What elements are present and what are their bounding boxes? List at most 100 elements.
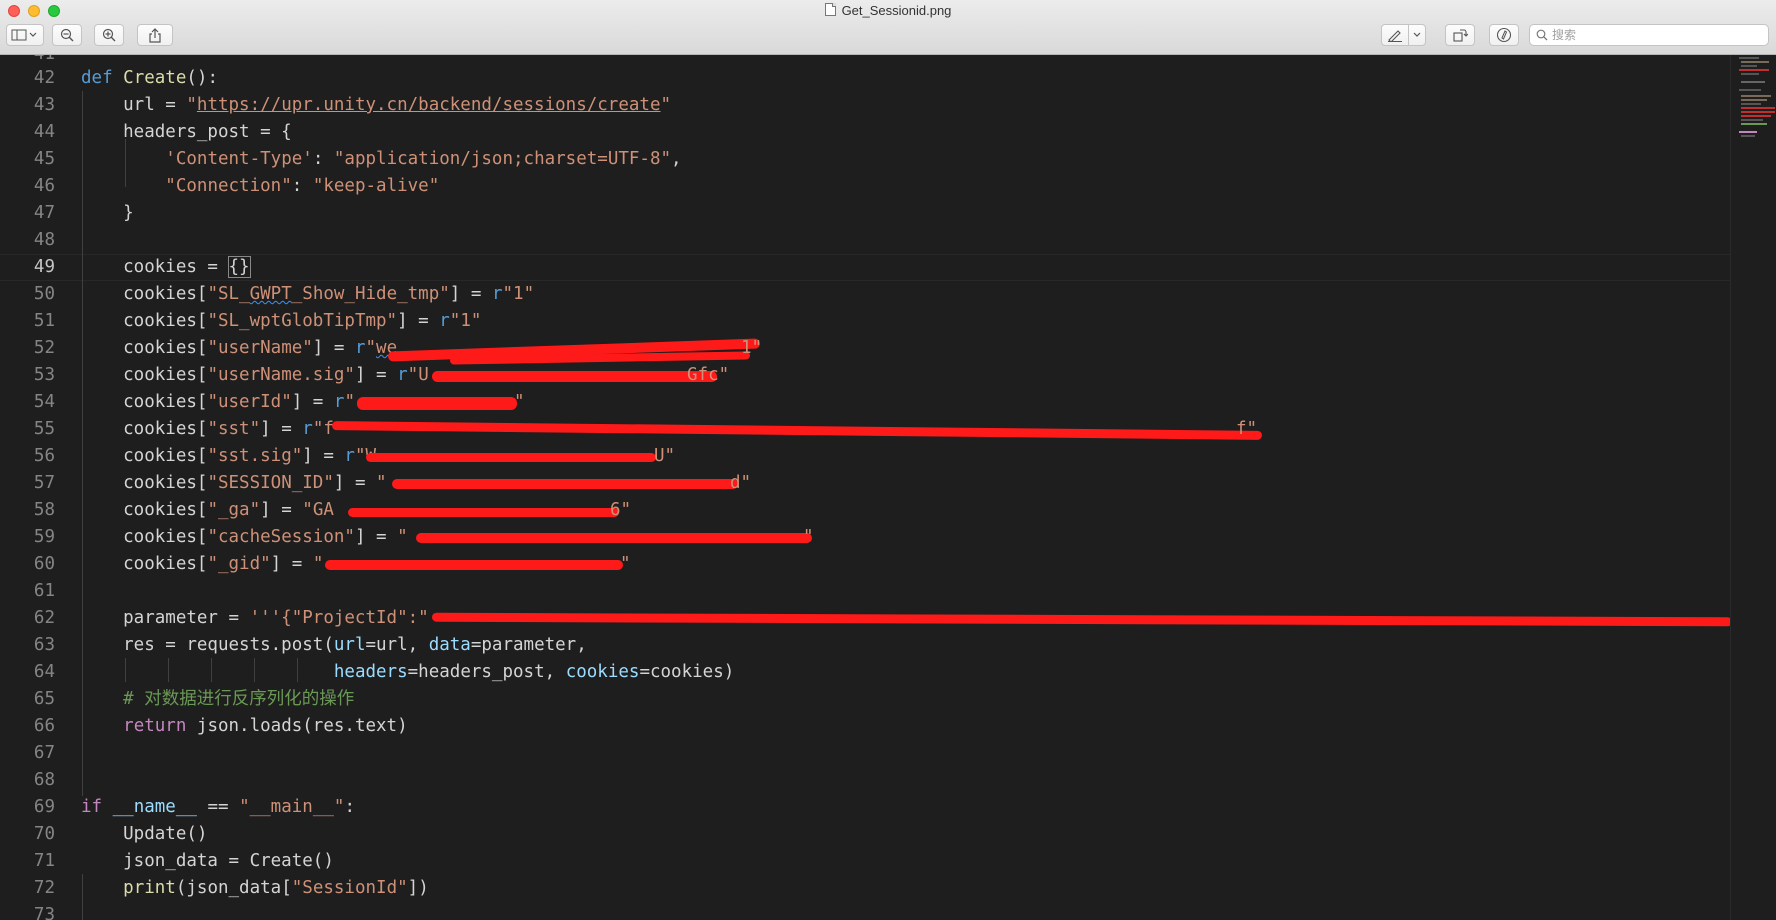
markup-pen-icon [1388,30,1402,42]
code-line: 64 headers=headers_post, cookies=cookies… [0,659,1730,686]
line-number: 50 [33,284,55,304]
redaction-mark [325,560,623,570]
code-line: 50 cookies["SL_GWPT_Show_Hide_tmp"] = r"… [0,281,1730,308]
rotate-button[interactable] [1445,24,1475,46]
line-number: 72 [33,878,55,898]
code-line: 53 cookies["userName.sig"] = r"U [0,362,1730,389]
code-line: 49 cookies = {} [0,254,1730,281]
code-line: 54 cookies["userId"] = r" [0,389,1730,416]
sidebar-icon [11,29,37,41]
code-text: " [514,392,525,412]
window-title-text: Get_Sessionid.png [841,3,952,18]
line-number: 63 [33,635,55,655]
line-number: 73 [33,905,55,920]
code-text: parameter = '''{"ProjectId":" [81,608,429,628]
code-line: 52 cookies["userName"] = r"we [0,335,1730,362]
code-line: 73 [0,902,1730,920]
code-line: 58 cookies["_ga"] = "GA [0,497,1730,524]
code-text: cookies["SL_GWPT_Show_Hide_tmp"] = r"1" [81,284,535,304]
minimap[interactable] [1730,55,1776,920]
code-line: 59 cookies["cacheSession"] = " [0,524,1730,551]
search-field[interactable] [1529,24,1769,46]
code-text: url = "https://upr.unity.cn/backend/sess… [81,95,672,115]
code-line: 42 def Create(): [0,65,1730,92]
code-text: headers=headers_post, cookies=cookies) [333,662,735,682]
code-line: 43 url = "https://upr.unity.cn/backend/s… [0,92,1730,119]
code-line: 68 [0,767,1730,794]
code-line: 69 if __name__ == "__main__": [0,794,1730,821]
code-text: cookies["sst"] = r"f [81,419,334,439]
line-number: 48 [33,230,55,250]
code-text: cookies["userName.sig"] = r"U [81,365,429,385]
line-number: 55 [33,419,55,439]
sidebar-toggle-button[interactable] [6,24,44,46]
redaction-mark [392,479,738,489]
code-line: 57 cookies["SESSION_ID"] = " [0,470,1730,497]
line-number: 54 [33,392,55,412]
zoom-out-button[interactable] [52,24,82,46]
code-text: cookies["_gid"] = " [81,554,324,574]
code-text: cookies = {} [81,256,251,278]
annotate-button[interactable] [1489,24,1519,46]
code-text: 'Content-Type': "application/json;charse… [165,149,682,169]
line-number: 53 [33,365,55,385]
zoom-in-icon [102,28,116,42]
line-number: 44 [33,122,55,142]
line-number: 71 [33,851,55,871]
code-text: " [620,554,631,574]
redaction-mark [357,397,517,410]
chevron-down-icon [1413,32,1421,37]
code-text: "Connection": "keep-alive" [165,176,440,196]
window-titlebar: Get_Sessionid.png [0,0,1776,55]
share-button[interactable] [137,24,173,46]
markup-button[interactable] [1381,24,1409,46]
redaction-mark [416,533,812,543]
line-number: 65 [33,689,55,709]
code-text: cookies["SESSION_ID"] = " [81,473,387,493]
line-number: 46 [33,176,55,196]
code-line: 60 cookies["_gid"] = " [0,551,1730,578]
line-number: 59 [33,527,55,547]
annotate-icon [1496,27,1512,43]
window-title: Get_Sessionid.png [0,3,1776,18]
code-editor: 41 42def Create(): 43 url = "https://upr… [0,55,1730,920]
zoom-out-icon [60,28,74,42]
code-line: 56 cookies["sst.sig"] = r"W [0,443,1730,470]
markup-menu-button[interactable] [1408,24,1426,46]
code-line: 66 return json.loads(res.text) [0,713,1730,740]
search-icon [1536,29,1548,41]
zoom-in-button[interactable] [94,24,124,46]
line-number: 67 [33,743,55,763]
line-number: 69 [33,797,55,817]
code-text: cookies["cacheSession"] = " [81,527,408,547]
code-line: 45 'Content-Type': "application/json;cha… [0,146,1730,173]
code-text: res = requests.post(url=url, data=parame… [81,635,587,655]
code-text: return json.loads(res.text) [123,716,408,736]
rotate-icon [1453,29,1468,42]
code-line: 71 json_data = Create() [0,848,1730,875]
code-text: 6" [610,500,632,520]
code-text: cookies["userId"] = r" [81,392,355,412]
line-number: 61 [33,581,55,601]
code-text: json_data = Create() [81,851,334,871]
code-line: 67 [0,740,1730,767]
code-line: 46 "Connection": "keep-alive" [0,173,1730,200]
code-text: d" [730,473,752,493]
code-line: 72 print(json_data["SessionId"]) [0,875,1730,902]
line-number: 42 [33,68,55,88]
line-number: 51 [33,311,55,331]
code-text: print(json_data["SessionId"]) [123,878,429,898]
code-text: # 对数据进行反序列化的操作 [123,689,355,709]
line-number: 68 [33,770,55,790]
search-input[interactable] [1552,27,1762,43]
code-text: cookies["userName"] = r"we [81,338,398,358]
line-number: 58 [33,500,55,520]
line-number: 43 [33,95,55,115]
code-text: headers_post = { [81,122,292,142]
code-text: Update() [81,824,208,844]
chevron-down-icon [29,32,37,37]
redaction-mark [432,371,717,382]
code-text: if __name__ == "__main__": [81,797,355,817]
code-text: 1" [741,338,763,358]
line-number: 45 [33,149,55,169]
